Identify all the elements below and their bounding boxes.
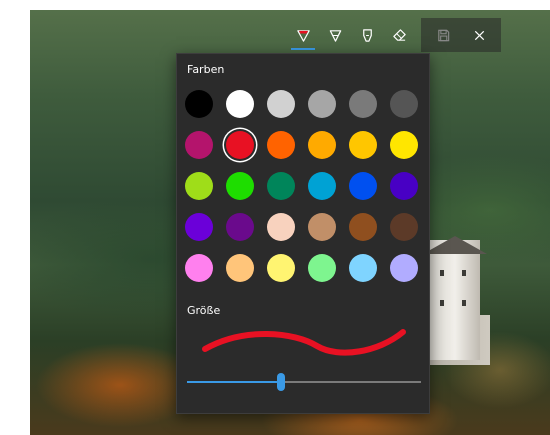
color-swatch[interactable] [185, 90, 213, 118]
pencil-tool[interactable] [319, 22, 351, 48]
color-swatch[interactable] [226, 254, 254, 282]
color-swatch[interactable] [226, 131, 254, 159]
color-swatch[interactable] [390, 90, 418, 118]
color-swatch[interactable] [267, 131, 295, 159]
slider-track-filled [187, 381, 281, 383]
pencil-icon [329, 29, 341, 42]
color-swatch[interactable] [267, 254, 295, 282]
color-swatch[interactable] [349, 90, 377, 118]
color-swatch[interactable] [390, 213, 418, 241]
color-swatch[interactable] [390, 131, 418, 159]
color-swatch[interactable] [308, 172, 336, 200]
eraser-icon [392, 28, 406, 41]
color-swatch[interactable] [308, 254, 336, 282]
color-swatch[interactable] [226, 172, 254, 200]
ballpoint-pen-icon [296, 29, 310, 42]
color-swatch[interactable] [185, 172, 213, 200]
castle-roof [423, 236, 487, 254]
color-swatch[interactable] [349, 213, 377, 241]
pen-settings-flyout: Farben Größe [176, 53, 430, 414]
color-swatch[interactable] [185, 254, 213, 282]
stroke-preview [202, 329, 406, 356]
size-heading: Größe [187, 304, 221, 317]
color-palette [185, 90, 418, 282]
window-actions [421, 18, 501, 52]
color-swatch[interactable] [308, 131, 336, 159]
eraser-tool[interactable] [383, 22, 415, 48]
color-swatch[interactable] [390, 254, 418, 282]
castle-tower [430, 240, 480, 360]
color-swatch[interactable] [349, 254, 377, 282]
colors-heading: Farben [187, 63, 225, 76]
color-swatch[interactable] [185, 131, 213, 159]
ink-toolbar [287, 18, 501, 52]
color-swatch[interactable] [185, 213, 213, 241]
color-swatch[interactable] [226, 90, 254, 118]
slider-thumb[interactable] [277, 373, 285, 391]
color-swatch[interactable] [308, 213, 336, 241]
save-button[interactable] [425, 22, 461, 48]
ballpoint-pen-tool[interactable] [287, 22, 319, 50]
color-swatch[interactable] [267, 90, 295, 118]
color-swatch[interactable] [226, 213, 254, 241]
color-swatch[interactable] [390, 172, 418, 200]
slider-track-empty [281, 381, 421, 383]
highlighter-tool[interactable] [351, 22, 383, 48]
highlighter-icon [362, 28, 372, 42]
color-swatch[interactable] [267, 213, 295, 241]
close-icon [474, 30, 484, 40]
color-swatch[interactable] [349, 131, 377, 159]
size-slider[interactable] [187, 372, 421, 392]
color-swatch[interactable] [308, 90, 336, 118]
color-swatch[interactable] [349, 172, 377, 200]
save-icon [437, 29, 449, 41]
close-button[interactable] [461, 22, 497, 48]
color-swatch[interactable] [267, 172, 295, 200]
